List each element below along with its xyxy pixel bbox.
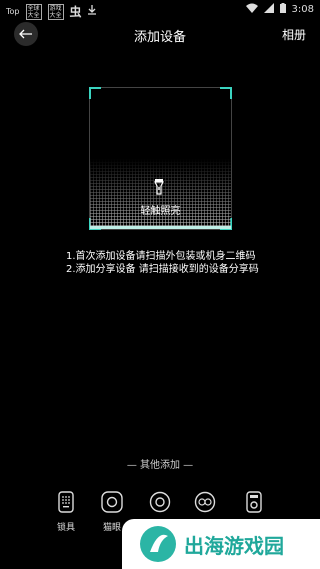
status-badge-top: Top [6, 7, 20, 16]
flashlight-icon[interactable] [153, 179, 165, 195]
status-badge-app1: 全球 大全 [25, 3, 42, 20]
status-time: 3:08 [291, 4, 314, 15]
device-item-camera[interactable] [144, 491, 176, 520]
status-badge-app2: 游戏 大全 [47, 3, 64, 20]
app-header: 添加设备 相册 [0, 20, 320, 46]
signal-icon [263, 3, 274, 16]
device-icon [194, 491, 216, 513]
device-label: 锁具 [56, 523, 75, 533]
lock-icon [55, 491, 77, 513]
watermark-banner: 出海游戏园 [122, 519, 320, 569]
other-add-label: — 其他添加 — [126, 460, 194, 471]
qr-scan-area: 轻触照亮 [89, 87, 232, 230]
peephole-icon [101, 491, 123, 513]
doorbell-icon [243, 491, 265, 513]
camera-icon [149, 491, 171, 513]
page-title: 添加设备 [133, 30, 186, 45]
device-item-sensor[interactable] [189, 491, 221, 520]
scan-instructions: 1.首次添加设备请扫描外包装或机身二维码 2.添加分享设备 请扫描接收到的设备分… [66, 250, 259, 276]
instruction-line-2: 2.添加分享设备 请扫描接收到的设备分享码 [66, 264, 259, 275]
instruction-line-1: 1.首次添加设备请扫描外包装或机身二维码 [66, 251, 256, 262]
scan-corner [89, 87, 101, 99]
watermark-logo-icon [140, 526, 176, 562]
scan-corner [220, 87, 232, 99]
device-item-lock[interactable]: 锁具 [50, 491, 82, 533]
album-button[interactable]: 相册 [282, 26, 306, 43]
device-item-doorbell[interactable] [238, 491, 270, 520]
wifi-icon [245, 3, 258, 16]
status-badge-bug: 虫 [69, 5, 82, 19]
battery-icon [279, 3, 286, 16]
status-bar: Top 全球 大全 游戏 大全 虫 3:08 [0, 0, 320, 20]
watermark-text: 出海游戏园 [184, 533, 284, 558]
download-icon [87, 5, 96, 18]
flashlight-label[interactable]: 轻触照亮 [89, 202, 232, 217]
